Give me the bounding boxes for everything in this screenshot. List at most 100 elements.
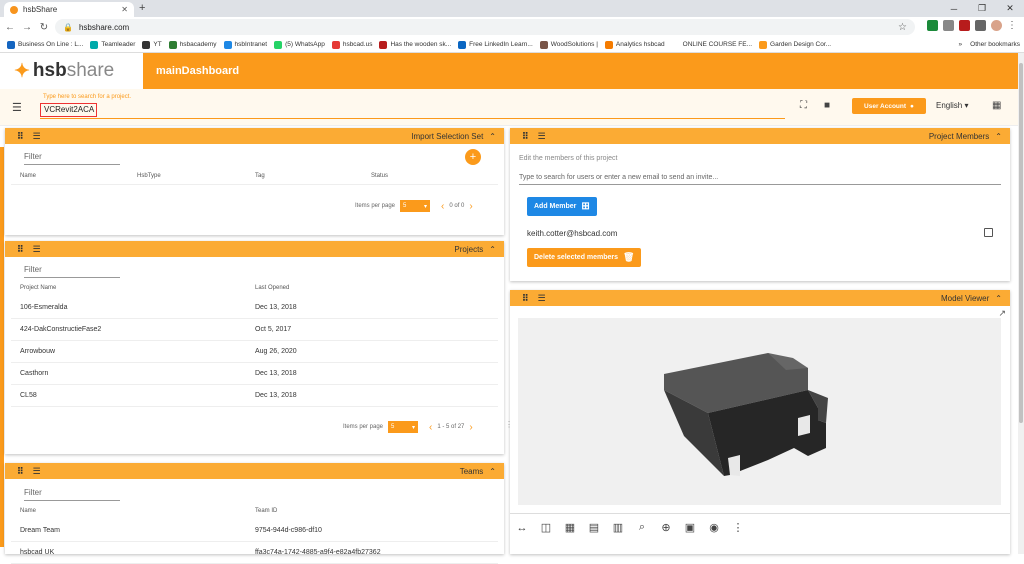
bookmark-item[interactable]: Analytics hsbcad <box>604 40 665 49</box>
bookmark-item[interactable]: Teamleader <box>90 40 135 49</box>
other-bookmarks[interactable]: Other bookmarks <box>970 41 1020 48</box>
language-select[interactable]: English ▾ <box>936 101 969 110</box>
panel-menu-icon[interactable]: ☰ <box>33 466 41 477</box>
column-header[interactable]: HsbType <box>137 173 161 179</box>
bookmark-item[interactable]: Garden Design Cor... <box>759 40 831 49</box>
panel-menu-icon[interactable]: ☰ <box>538 131 546 142</box>
user-account-button[interactable]: User Account ● <box>852 98 926 114</box>
bookmark-item[interactable]: hsbacademy <box>168 40 217 49</box>
extension-icon[interactable] <box>959 20 970 31</box>
bookmark-item[interactable]: YT <box>142 40 162 49</box>
member-checkbox[interactable] <box>984 228 993 237</box>
bookmark-item[interactable]: WoodSolutions | <box>539 40 598 49</box>
close-window-icon[interactable]: ✕ <box>996 0 1024 17</box>
extension-icon[interactable] <box>943 20 954 31</box>
screen-capture-icon[interactable]: ⛶ <box>800 100 807 111</box>
document-add-icon[interactable]: ▤ <box>582 521 606 534</box>
zoom-icon[interactable]: ⌕ <box>630 521 654 534</box>
3d-viewport[interactable] <box>518 318 1001 505</box>
chevron-up-icon[interactable]: ⌃ <box>489 245 496 254</box>
measure-icon[interactable]: ↔ <box>510 522 534 534</box>
add-member-button[interactable]: Add Member ⊞ <box>527 197 597 216</box>
bookmark-item[interactable]: Free LinkedIn Learn... <box>458 40 533 49</box>
filter-input[interactable]: Filter <box>24 265 120 278</box>
profile-avatar[interactable] <box>991 20 1002 31</box>
column-header[interactable]: Name <box>20 508 36 514</box>
drag-handle-icon[interactable]: ⠿ <box>17 131 24 142</box>
hsbshare-logo[interactable]: ✦ hsb share <box>0 53 143 89</box>
scrollbar-thumb[interactable] <box>1019 63 1023 423</box>
bookmark-item[interactable]: hsbIntranet <box>223 40 267 49</box>
column-header[interactable]: Last Opened <box>255 285 289 291</box>
items-per-page-select[interactable]: 5 ▾ <box>400 200 431 212</box>
orbit-icon[interactable]: ⊕ <box>654 521 678 534</box>
bookmark-item[interactable]: ONLINE COURSE FE... <box>671 40 752 49</box>
puzzle-icon[interactable] <box>975 20 986 31</box>
filter-input[interactable]: Filter <box>24 152 120 165</box>
table-row[interactable]: Casthorn Dec 13, 2018 <box>11 363 498 385</box>
table-row[interactable]: 424-DakConstructieFase2 Oct 5, 2017 <box>11 319 498 341</box>
table-row[interactable]: Arrowbouw Aug 26, 2020 <box>11 341 498 363</box>
delete-members-button[interactable]: Delete selected members 🗑 <box>527 248 642 267</box>
bookmark-star-icon[interactable]: ☆ <box>898 22 907 33</box>
table-row[interactable]: 106-Esmeralda Dec 13, 2018 <box>11 297 498 319</box>
bookmark-label: Business On Line : L... <box>18 41 84 48</box>
visibility-icon[interactable]: ◉ <box>702 521 726 534</box>
panel-menu-icon[interactable]: ☰ <box>33 131 41 142</box>
prev-page-icon[interactable]: ‹ <box>441 201 444 212</box>
chevron-up-icon[interactable]: ⌃ <box>489 132 496 141</box>
panel-header: ⠿ ☰ Teams ⌃ <box>5 463 504 479</box>
new-tab-icon[interactable]: + <box>139 2 145 14</box>
back-icon[interactable]: ← <box>3 22 17 33</box>
url-field[interactable]: 🔒 hsbshare.com ☆ <box>55 19 915 35</box>
bookmark-item[interactable]: hsbcad.us <box>331 40 372 49</box>
column-header[interactable]: Project Name <box>20 285 56 291</box>
member-search-input[interactable]: Type to search for users or enter a new … <box>519 174 1001 185</box>
close-tab-icon[interactable]: ✕ <box>121 5 128 14</box>
panel-menu-icon[interactable]: ☰ <box>538 293 546 304</box>
page-scrollbar[interactable] <box>1018 53 1024 554</box>
add-icon[interactable]: + <box>465 149 481 165</box>
chevron-up-icon[interactable]: ⌃ <box>489 467 496 476</box>
table-row[interactable]: hsbcad UK ffa3c74a-1742-4885-a9f4-e82a4fb… <box>11 542 498 564</box>
extension-icon[interactable] <box>927 20 938 31</box>
hamburger-menu-icon[interactable]: ☰ <box>12 101 22 114</box>
items-per-page-select[interactable]: 5 ▾ <box>388 421 419 433</box>
video-camera-icon[interactable]: ■ <box>824 100 830 111</box>
more-vert-icon[interactable]: ⋮ <box>1007 20 1018 31</box>
reload-icon[interactable]: ↻ <box>37 22 51 33</box>
column-header[interactable]: Tag <box>255 173 265 179</box>
filter-input[interactable]: Filter <box>24 488 120 501</box>
drag-handle-icon[interactable]: ⠿ <box>17 244 24 255</box>
section-box-icon[interactable]: ▦ <box>558 521 582 534</box>
table-row[interactable]: CL58 Dec 13, 2018 <box>11 385 498 407</box>
column-header[interactable]: Name <box>20 173 36 179</box>
bookmark-label: Free LinkedIn Learn... <box>469 41 533 48</box>
panel-menu-icon[interactable]: ☰ <box>33 244 41 255</box>
bookmark-item[interactable]: Business On Line : L... <box>7 40 84 49</box>
table-row[interactable]: Dream Team 9754-944d-c986-df10 <box>11 520 498 542</box>
forward-icon[interactable]: → <box>20 22 34 33</box>
restore-icon[interactable]: ❐ <box>968 0 996 17</box>
drag-handle-icon[interactable]: ⠿ <box>522 293 529 304</box>
chevron-up-icon[interactable]: ⌃ <box>995 132 1002 141</box>
project-search-input[interactable]: VCRevit2ACA <box>40 103 97 117</box>
document-upload-icon[interactable]: ▥ <box>606 521 630 534</box>
dashboard-layout-icon[interactable]: ▦ <box>992 100 1001 111</box>
column-header[interactable]: Team ID <box>255 508 277 514</box>
bookmarks-more[interactable]: » <box>959 41 963 48</box>
next-page-icon[interactable]: › <box>469 201 472 212</box>
next-page-icon[interactable]: › <box>469 422 472 433</box>
minimize-icon[interactable]: ─ <box>940 0 968 17</box>
bookmark-item[interactable]: (5) WhatsApp <box>274 40 325 49</box>
browser-tab[interactable]: hsbShare ✕ <box>4 2 134 17</box>
column-header[interactable]: Status <box>371 173 388 179</box>
wallet-icon[interactable]: ▣ <box>678 521 702 534</box>
bookmark-item[interactable]: Has the wooden sk... <box>379 40 451 49</box>
prev-page-icon[interactable]: ‹ <box>429 422 432 433</box>
more-options-icon[interactable]: ⋮ <box>726 521 750 534</box>
drag-handle-icon[interactable]: ⠿ <box>522 131 529 142</box>
layers-icon[interactable]: ◫ <box>534 521 558 534</box>
drag-handle-icon[interactable]: ⠿ <box>17 466 24 477</box>
chevron-up-icon[interactable]: ⌃ <box>995 294 1002 303</box>
